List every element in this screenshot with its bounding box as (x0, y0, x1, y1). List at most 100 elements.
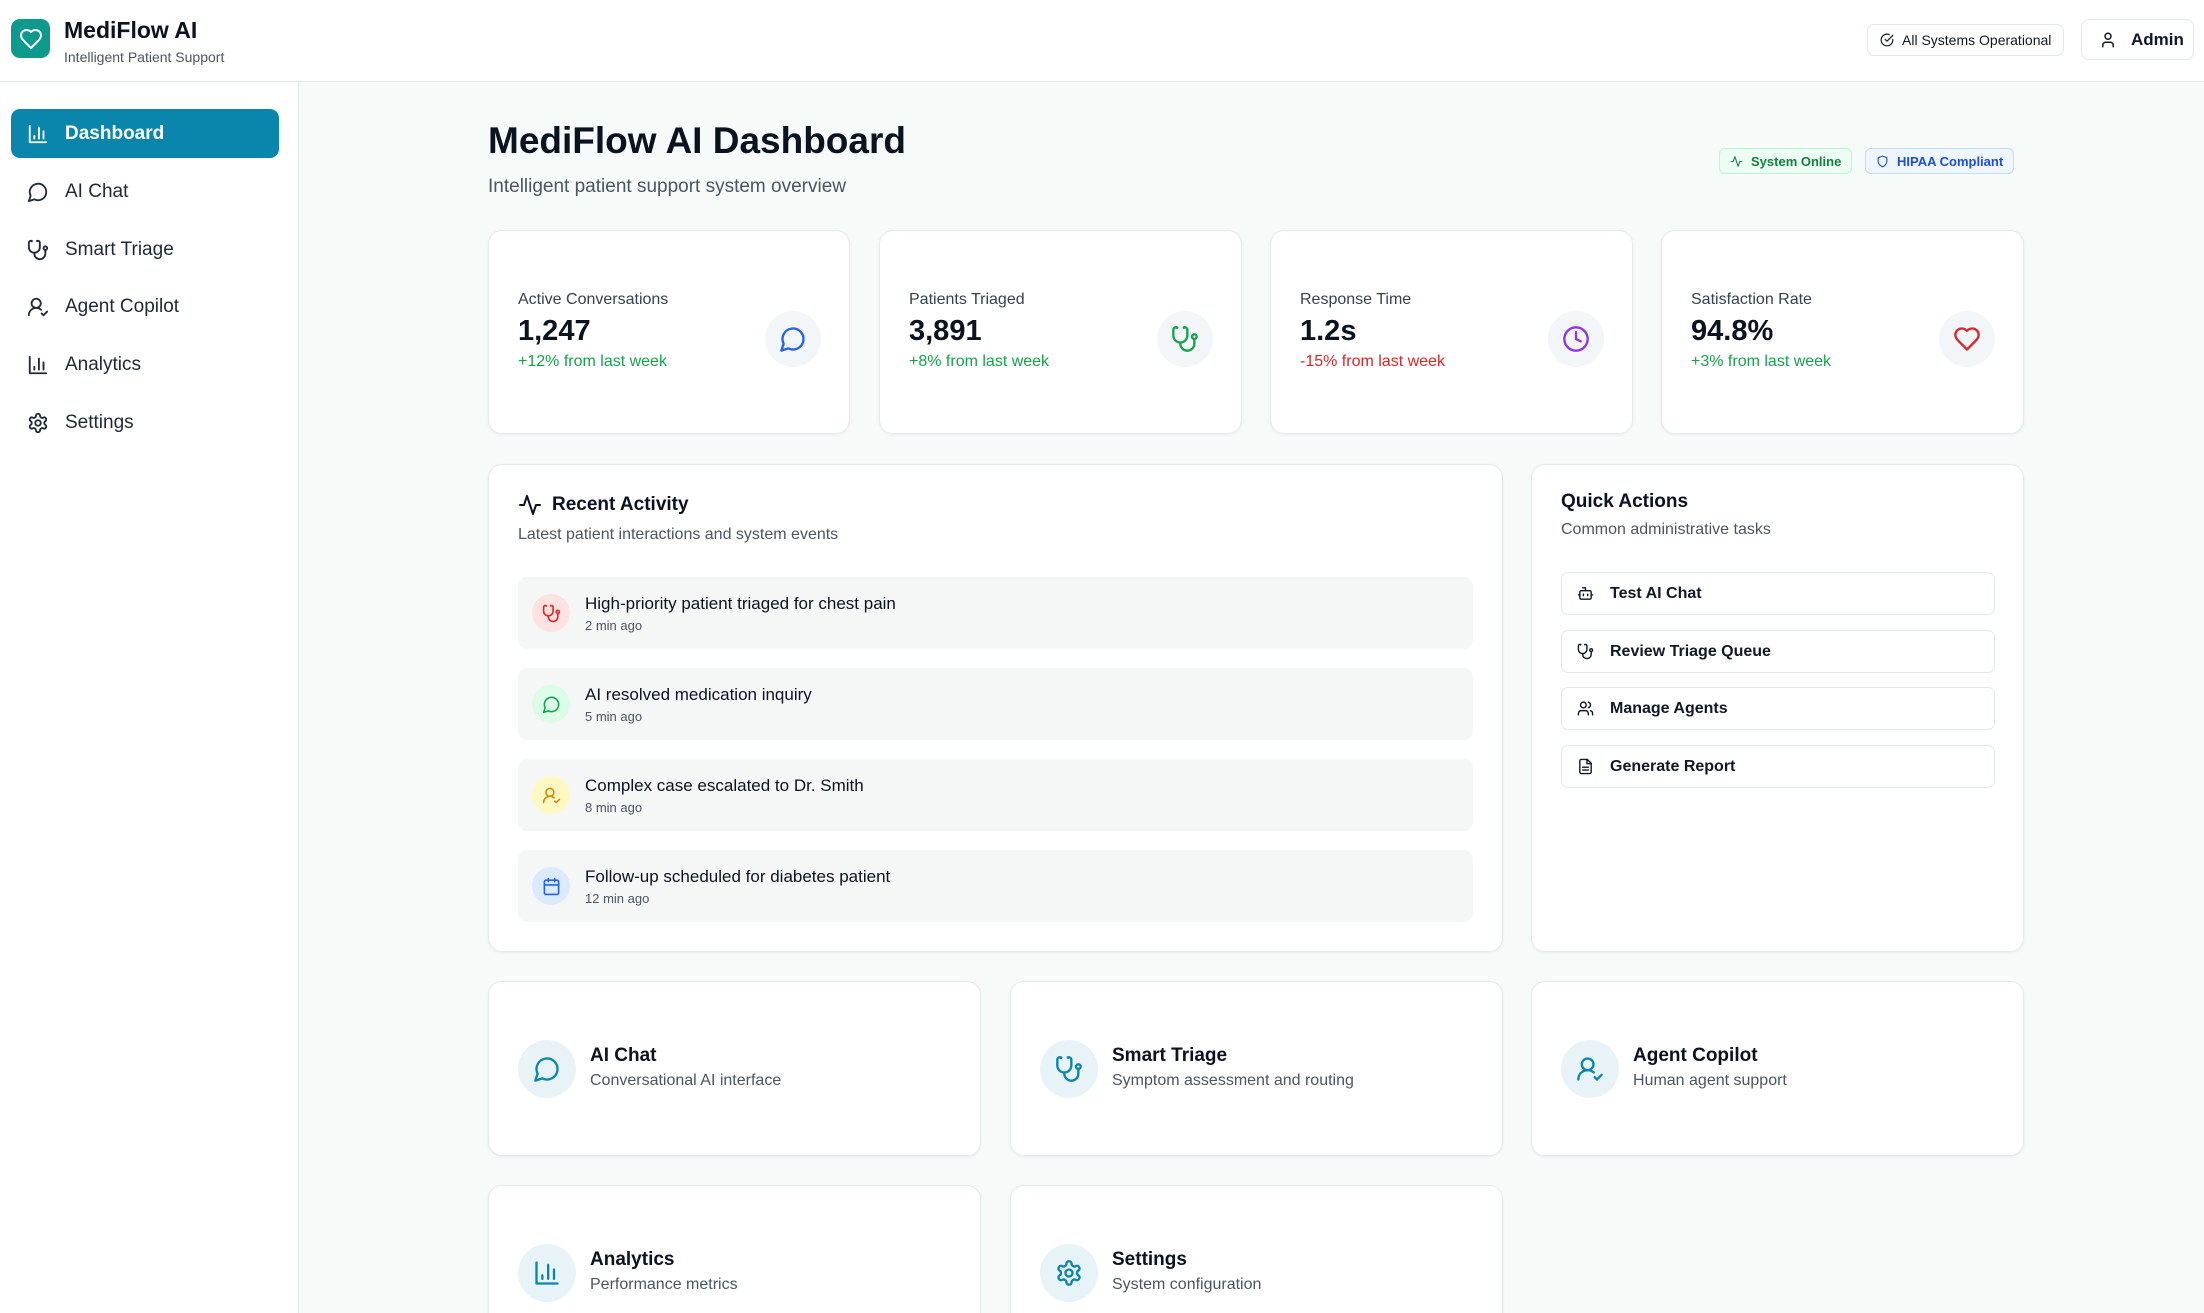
quick-actions-subtitle: Common administrative tasks (1561, 521, 1771, 538)
recent-activity-title: Recent Activity (518, 493, 689, 517)
feature-card-settings[interactable]: Settings System configuration (1010, 1185, 1503, 1313)
message-circle-icon (27, 181, 49, 203)
sidebar-item-label: Smart Triage (65, 238, 174, 260)
stat-change: +8% from last week (909, 353, 1050, 370)
admin-user-button[interactable]: Admin (2081, 19, 2194, 60)
message-circle-icon (765, 311, 821, 367)
bar-chart-icon (27, 354, 49, 376)
sidebar-item-analytics[interactable]: Analytics (11, 340, 279, 389)
badge-label: HIPAA Compliant (1897, 153, 2004, 169)
activity-title: Complex case escalated to Dr. Smith (585, 776, 864, 795)
button-label: Manage Agents (1610, 699, 1728, 717)
file-text-icon (1577, 758, 1594, 775)
sidebar-item-agent-copilot[interactable]: Agent Copilot (11, 282, 279, 331)
sidebar-item-smart-triage[interactable]: Smart Triage (11, 225, 279, 274)
calendar-icon (532, 867, 570, 905)
page-subtitle: Intelligent patient support system overv… (488, 176, 847, 197)
activity-time: 5 min ago (585, 709, 643, 724)
activity-item[interactable]: High-priority patient triaged for chest … (518, 577, 1473, 649)
sidebar-item-label: Analytics (65, 353, 142, 375)
feature-title: AI Chat (590, 1045, 657, 1066)
sidebar: Dashboard AI Chat Smart Triage Agent Cop… (0, 82, 299, 1313)
user-check-icon (27, 296, 49, 318)
sidebar-item-label: Settings (65, 411, 134, 433)
test-ai-chat-button[interactable]: Test AI Chat (1561, 572, 1995, 615)
sidebar-item-ai-chat[interactable]: AI Chat (11, 167, 279, 216)
stethoscope-icon (27, 239, 49, 261)
stat-value: 3,891 (909, 315, 982, 347)
quick-actions-title: Quick Actions (1561, 491, 1688, 513)
sidebar-item-label: AI Chat (65, 180, 129, 202)
stat-value: 1,247 (518, 315, 591, 347)
gear-icon (27, 412, 49, 434)
feature-title: Smart Triage (1112, 1045, 1228, 1066)
feature-title: Agent Copilot (1633, 1045, 1758, 1066)
activity-time: 12 min ago (585, 891, 650, 906)
stat-value: 94.8% (1691, 315, 1774, 347)
user-check-icon (1561, 1040, 1619, 1098)
generate-report-button[interactable]: Generate Report (1561, 745, 1995, 788)
gear-icon (1040, 1244, 1098, 1302)
stethoscope-icon (1577, 643, 1594, 660)
feature-title: Analytics (590, 1249, 675, 1270)
stat-card-satisfaction-rate: Satisfaction Rate 94.8% +3% from last we… (1661, 230, 2024, 434)
clock-icon (1548, 311, 1604, 367)
sidebar-item-label: Agent Copilot (65, 295, 180, 317)
recent-activity-subtitle: Latest patient interactions and system e… (518, 526, 839, 543)
activity-title: AI resolved medication inquiry (585, 685, 812, 704)
sidebar-item-dashboard[interactable]: Dashboard (11, 109, 279, 158)
stethoscope-icon (1040, 1040, 1098, 1098)
stat-card-active-conversations: Active Conversations 1,247 +12% from las… (488, 230, 850, 434)
sidebar-item-settings[interactable]: Settings (11, 398, 279, 447)
system-status-chip: All Systems Operational (1867, 24, 2065, 56)
stethoscope-icon (532, 594, 570, 632)
brand-name: MediFlow AI (64, 17, 198, 43)
activity-item[interactable]: AI resolved medication inquiry 5 min ago (518, 668, 1473, 740)
activity-item[interactable]: Follow-up scheduled for diabetes patient… (518, 850, 1473, 922)
message-circle-icon (518, 1040, 576, 1098)
stat-label: Response Time (1300, 291, 1412, 308)
activity-item[interactable]: Complex case escalated to Dr. Smith 8 mi… (518, 759, 1473, 831)
users-icon (1577, 700, 1594, 717)
section-title: Recent Activity (552, 494, 689, 515)
feature-subtitle: Conversational AI interface (590, 1072, 782, 1089)
sidebar-item-label: Dashboard (65, 122, 165, 144)
heart-icon (1939, 311, 1995, 367)
manage-agents-button[interactable]: Manage Agents (1561, 687, 1995, 730)
bar-chart-icon (518, 1244, 576, 1302)
user-icon (2099, 31, 2117, 49)
message-circle-icon (532, 685, 570, 723)
stat-value: 1.2s (1300, 315, 1357, 347)
top-header: MediFlow AI Intelligent Patient Support … (0, 0, 2204, 82)
shield-icon (1876, 155, 1889, 168)
activity-icon (518, 493, 542, 517)
admin-label: Admin (2131, 29, 2184, 49)
feature-card-agent-copilot[interactable]: Agent Copilot Human agent support (1531, 981, 2024, 1156)
activity-time: 8 min ago (585, 800, 643, 815)
system-online-badge: System Online (1719, 148, 1853, 174)
button-label: Review Triage Queue (1610, 642, 1771, 660)
stat-card-response-time: Response Time 1.2s -15% from last week (1270, 230, 1633, 434)
activity-title: High-priority patient triaged for chest … (585, 594, 896, 613)
stat-change: +3% from last week (1691, 353, 1832, 370)
stethoscope-icon (1157, 311, 1213, 367)
button-label: Test AI Chat (1610, 584, 1702, 602)
hipaa-badge: HIPAA Compliant (1865, 148, 2015, 174)
brand-tagline: Intelligent Patient Support (64, 49, 225, 65)
feature-subtitle: System configuration (1112, 1276, 1262, 1293)
check-circle-icon (1880, 33, 1894, 47)
feature-subtitle: Human agent support (1633, 1072, 1787, 1089)
heart-logo-icon (11, 19, 50, 58)
stat-change: -15% from last week (1300, 353, 1445, 370)
feature-card-ai-chat[interactable]: AI Chat Conversational AI interface (488, 981, 981, 1156)
review-triage-queue-button[interactable]: Review Triage Queue (1561, 630, 1995, 673)
stat-label: Active Conversations (518, 291, 669, 308)
quick-actions-card: Quick Actions Common administrative task… (1531, 464, 2024, 952)
stat-change: +12% from last week (518, 353, 667, 370)
feature-card-smart-triage[interactable]: Smart Triage Symptom assessment and rout… (1010, 981, 1503, 1156)
feature-card-analytics[interactable]: Analytics Performance metrics (488, 1185, 981, 1313)
badge-label: System Online (1751, 153, 1842, 169)
recent-activity-card: Recent Activity Latest patient interacti… (488, 464, 1503, 952)
page-title: MediFlow AI Dashboard (488, 120, 906, 161)
stat-card-patients-triaged: Patients Triaged 3,891 +8% from last wee… (879, 230, 1242, 434)
